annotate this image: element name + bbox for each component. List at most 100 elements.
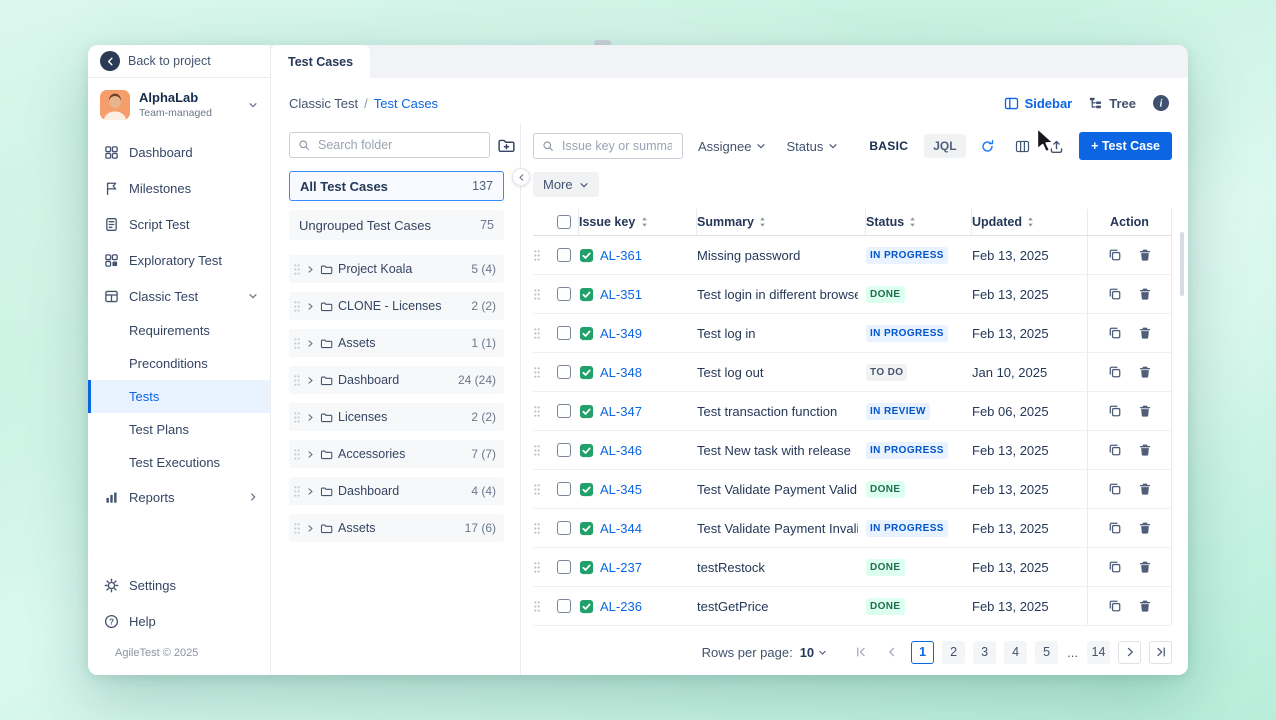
row-checkbox[interactable] <box>557 443 571 457</box>
row-checkbox[interactable] <box>557 326 571 340</box>
page-2-button[interactable]: 2 <box>942 641 965 664</box>
add-folder-button[interactable] <box>497 132 516 158</box>
trash-icon[interactable] <box>1138 365 1152 379</box>
tab-test-cases[interactable]: Test Cases <box>271 45 370 78</box>
folder-row[interactable]: Project Koala5 (4) <box>289 255 504 283</box>
table-row[interactable]: AL-344Test Validate Payment InvalidIN PR… <box>533 509 1172 548</box>
row-checkbox[interactable] <box>557 560 571 574</box>
table-row[interactable]: AL-236testGetPriceDONEFeb 13, 2025 <box>533 587 1172 626</box>
issue-key-link[interactable]: AL-236 <box>600 599 642 614</box>
sidebar-item-test-executions[interactable]: Test Executions <box>88 446 270 479</box>
basic-mode-button[interactable]: BASIC <box>863 135 914 157</box>
table-row[interactable]: AL-346Test New task with releaseIN PROGR… <box>533 431 1172 470</box>
page-3-button[interactable]: 3 <box>973 641 996 664</box>
trash-icon[interactable] <box>1138 560 1152 574</box>
sort-icon[interactable] <box>1027 217 1034 227</box>
sidebar-item-exploratory-test[interactable]: Exploratory Test <box>88 242 270 278</box>
drag-handle-icon[interactable] <box>293 448 301 461</box>
breadcrumb-current-link[interactable]: Test Cases <box>374 96 438 111</box>
drag-handle-icon[interactable] <box>533 522 541 535</box>
issue-key-link[interactable]: AL-345 <box>600 482 642 497</box>
drag-handle-icon[interactable] <box>293 300 301 313</box>
assignee-filter-button[interactable]: Assignee <box>693 135 771 158</box>
issue-search[interactable] <box>533 133 683 159</box>
drag-handle-icon[interactable] <box>533 444 541 457</box>
chevron-right-icon[interactable] <box>306 265 315 274</box>
sort-icon[interactable] <box>759 217 766 227</box>
prev-page-button[interactable] <box>880 641 903 664</box>
breadcrumb-parent-link[interactable]: Classic Test <box>289 96 358 111</box>
issue-key-link[interactable]: AL-346 <box>600 443 642 458</box>
copy-icon[interactable] <box>1108 287 1122 301</box>
table-row[interactable]: AL-351Test login in different browserDON… <box>533 275 1172 314</box>
drag-handle-icon[interactable] <box>293 522 301 535</box>
back-to-project-button[interactable]: Back to project <box>88 45 270 78</box>
folder-row[interactable]: Licenses2 (2) <box>289 403 504 431</box>
row-checkbox[interactable] <box>557 365 571 379</box>
all-test-cases-item[interactable]: All Test Cases 137 <box>289 171 504 201</box>
sidebar-item-script-test[interactable]: Script Test <box>88 206 270 242</box>
sidebar-item-test-plans[interactable]: Test Plans <box>88 413 270 446</box>
table-row[interactable]: AL-349Test log inIN PROGRESSFeb 13, 2025 <box>533 314 1172 353</box>
summary-column-header[interactable]: Summary <box>697 209 866 235</box>
copy-icon[interactable] <box>1108 482 1122 496</box>
more-filters-button[interactable]: More <box>533 172 599 197</box>
info-button[interactable]: i <box>1152 94 1170 112</box>
sidebar-item-reports[interactable]: Reports <box>88 479 270 515</box>
drag-handle-icon[interactable] <box>293 374 301 387</box>
page-14-button[interactable]: 14 <box>1087 641 1110 664</box>
chevron-right-icon[interactable] <box>306 487 315 496</box>
drag-handle-icon[interactable] <box>293 337 301 350</box>
page-5-button[interactable]: 5 <box>1035 641 1058 664</box>
tree-view-button[interactable]: Tree <box>1088 96 1136 111</box>
drag-handle-icon[interactable] <box>533 405 541 418</box>
sidebar-item-tests[interactable]: Tests <box>88 380 270 413</box>
sort-icon[interactable] <box>641 217 648 227</box>
folder-search-input[interactable] <box>316 137 481 153</box>
sidebar-item-dashboard[interactable]: Dashboard <box>88 134 270 170</box>
issue-key-link[interactable]: AL-361 <box>600 248 642 263</box>
jql-mode-button[interactable]: JQL <box>924 134 965 158</box>
sidebar-item-settings[interactable]: Settings <box>88 567 270 603</box>
row-checkbox[interactable] <box>557 287 571 301</box>
chevron-right-icon[interactable] <box>306 450 315 459</box>
row-checkbox[interactable] <box>557 521 571 535</box>
table-row[interactable]: AL-237testRestockDONEFeb 13, 2025 <box>533 548 1172 587</box>
columns-button[interactable] <box>1010 133 1035 159</box>
row-checkbox[interactable] <box>557 248 571 262</box>
copy-icon[interactable] <box>1108 599 1122 613</box>
sidebar-item-preconditions[interactable]: Preconditions <box>88 347 270 380</box>
drag-handle-icon[interactable] <box>533 483 541 496</box>
drag-handle-icon[interactable] <box>293 263 301 276</box>
copy-icon[interactable] <box>1108 326 1122 340</box>
trash-icon[interactable] <box>1138 248 1152 262</box>
trash-icon[interactable] <box>1138 482 1152 496</box>
add-test-case-button[interactable]: + Test Case <box>1079 132 1172 160</box>
folder-search[interactable] <box>289 132 490 158</box>
sidebar-toggle-button[interactable]: Sidebar <box>1004 96 1073 111</box>
drag-handle-icon[interactable] <box>533 600 541 613</box>
issue-key-link[interactable]: AL-348 <box>600 365 642 380</box>
chevron-right-icon[interactable] <box>306 376 315 385</box>
row-checkbox[interactable] <box>557 404 571 418</box>
drag-handle-icon[interactable] <box>533 366 541 379</box>
sidebar-item-requirements[interactable]: Requirements <box>88 314 270 347</box>
trash-icon[interactable] <box>1138 521 1152 535</box>
folder-row[interactable]: Accessories7 (7) <box>289 440 504 468</box>
issue-key-link[interactable]: AL-237 <box>600 560 642 575</box>
first-page-button[interactable] <box>849 641 872 664</box>
folder-row[interactable]: Dashboard4 (4) <box>289 477 504 505</box>
issue-search-input[interactable] <box>560 138 674 154</box>
copy-icon[interactable] <box>1108 443 1122 457</box>
sort-icon[interactable] <box>909 217 916 227</box>
sidebar-item-help[interactable]: ? Help <box>88 603 270 639</box>
drag-handle-icon[interactable] <box>533 327 541 340</box>
folder-row[interactable]: Assets1 (1) <box>289 329 504 357</box>
drag-handle-icon[interactable] <box>533 249 541 262</box>
status-column-header[interactable]: Status <box>866 209 972 235</box>
collapse-panel-button[interactable] <box>512 168 530 186</box>
refresh-button[interactable] <box>976 133 1001 159</box>
scrollbar-thumb[interactable] <box>1180 232 1184 296</box>
chevron-right-icon[interactable] <box>306 339 315 348</box>
copy-icon[interactable] <box>1108 521 1122 535</box>
